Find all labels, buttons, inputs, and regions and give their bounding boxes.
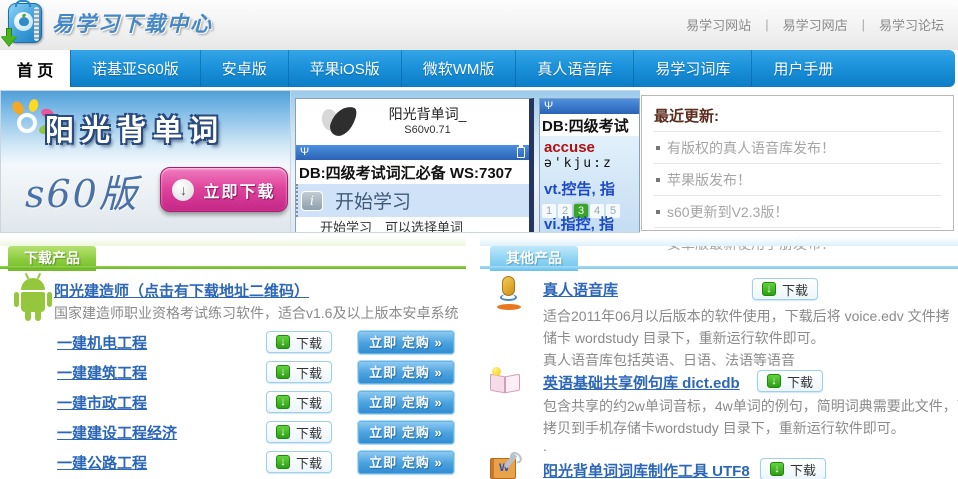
battery-icon	[517, 147, 525, 158]
nav-tab-dict-lib[interactable]: 易学习词库	[633, 50, 751, 87]
nav-tab-nokia-s60[interactable]: 诺基亚S60版	[70, 50, 200, 87]
phone-screenshot-main: 阳光背单词_ S60v0.71 Ψ DB:四级考试词汇必备 WS:7307 i …	[295, 98, 534, 233]
apple-icon	[19, 17, 29, 26]
download-button[interactable]: ↓下载	[266, 451, 332, 473]
product-desc-line: 拷贝到手机存储卡wordstudy 目录下，重新运行软件即可。	[543, 418, 905, 438]
dict-word: accuse	[544, 139, 635, 156]
main-nav: 首 页 诺基亚S60版 安卓版 苹果iOS版 微软WM版 真人语音库 易学习词库…	[0, 50, 955, 87]
bulb-icon	[492, 367, 501, 376]
antenna-icon: Ψ	[300, 147, 309, 158]
download-button[interactable]: ↓下载	[266, 391, 332, 413]
product-link-builder[interactable]: 阳光建造师（点击有下载地址二维码）	[54, 280, 309, 301]
top-link-forum[interactable]: 易学习论坛	[879, 15, 944, 34]
top-header: 易学习下载中心 易学习网站 | 易学习网店 | 易学习论坛	[0, 0, 958, 50]
product-link-jingji[interactable]: 一建建设工程经济	[57, 422, 177, 443]
screenshot-collage: 阳光背单词_ S60v0.71 Ψ DB:四级考试词汇必备 WS:7307 i …	[291, 90, 640, 233]
download-icon: ↓	[767, 374, 781, 388]
antenna-icon: Ψ	[544, 101, 553, 112]
product-link-dict-tool[interactable]: 阳光背单词词库制作工具 UTF8	[543, 460, 750, 479]
top-link-shop[interactable]: 易学习网店	[783, 15, 848, 34]
order-button[interactable]: 立即 定购 »	[357, 390, 455, 415]
microphone-icon	[494, 276, 524, 310]
download-button[interactable]: ↓下载	[266, 331, 332, 353]
dict-meaning-vi: vi.指控, 指	[544, 213, 614, 233]
site-logo[interactable]: 易学习下载中心	[8, 3, 213, 43]
phone-screenshot-dict: Ψ DB:四级考试 accuse ə'kju:z vt.控告, 指 1 2 3 …	[539, 98, 640, 233]
download-button[interactable]: ↓下载	[757, 370, 823, 392]
download-button[interactable]: ↓下载	[760, 458, 826, 479]
order-button[interactable]: 立即 定购 »	[357, 450, 455, 475]
download-icon: ↓	[276, 335, 290, 349]
download-button[interactable]: ↓下载	[266, 361, 332, 383]
update-item[interactable]: 苹果版发布！	[654, 163, 941, 195]
nav-tab-home[interactable]: 首 页	[0, 50, 70, 87]
product-link-jianzhu[interactable]: 一建建筑工程	[57, 362, 147, 383]
updates-title: 最近更新:	[654, 103, 941, 131]
chevron-right-icon: »	[435, 365, 443, 380]
nav-tab-ios[interactable]: 苹果iOS版	[288, 50, 401, 87]
product-link-gonglu[interactable]: 一建公路工程	[57, 452, 147, 473]
dict-phonetic: ə'kju:z	[544, 156, 635, 171]
download-icon: ↓	[276, 365, 290, 379]
promo-banner[interactable]: 阳光背单词 s60版 ↓ 立即下载	[0, 90, 291, 233]
product-desc: 国家建造师职业资格考试练习软件，适合v1.6及以上版本安卓系统	[54, 303, 458, 323]
bullet-icon	[656, 210, 660, 214]
nav-tab-wm[interactable]: 微软WM版	[401, 50, 516, 87]
order-button[interactable]: 立即 定购 »	[357, 330, 455, 355]
logo-text: 易学习下载中心	[52, 8, 213, 38]
product-link-sentence-lib[interactable]: 英语基础共享例句库 dict.edb	[543, 372, 740, 393]
download-button[interactable]: ↓下载	[266, 421, 332, 443]
info-icon: i	[301, 191, 323, 211]
download-icon: ↓	[762, 282, 776, 296]
chevron-right-icon: »	[435, 335, 443, 350]
product-desc-line: 真人语音库包括英语、日语、法语等语音	[543, 350, 795, 370]
db-status-line: DB:四级考试词汇必备 WS:7307	[296, 160, 529, 184]
product-link-shizheng[interactable]: 一建市政工程	[57, 392, 147, 413]
nav-tab-android[interactable]: 安卓版	[200, 50, 288, 87]
order-button[interactable]: 立即 定购 »	[357, 420, 455, 445]
product-desc-line: .	[543, 438, 547, 454]
download-icon: ↓	[276, 455, 290, 469]
order-button[interactable]: 立即 定购 »	[357, 360, 455, 385]
dict-tool-icon: W	[490, 455, 522, 479]
nav-tab-voice-lib[interactable]: 真人语音库	[515, 50, 633, 87]
menu-item-selected: i 开始学习	[296, 184, 529, 217]
phone-statusbar: Ψ	[296, 145, 529, 160]
download-arrow-icon	[1, 28, 17, 48]
product-desc-line: 储卡 wordstudy 目录下，重新运行软件即可。	[543, 328, 825, 348]
recent-updates-panel: 最近更新: 有版权的真人语音库发布！ 苹果版发布！ s60更新到V2.3版！ 安…	[641, 95, 954, 231]
app-logo-icon	[322, 105, 356, 139]
product-desc-line: 适合2011年06月以后版本的软件使用，下载后将 voice.edv 文件拷	[543, 306, 950, 326]
download-icon: ↓	[770, 462, 784, 476]
backpack-logo-icon	[8, 3, 42, 43]
link-separator: |	[862, 17, 865, 32]
menu-item-subtext: 开始学习 可以选择单词	[296, 217, 529, 233]
product-link-voice-lib[interactable]: 真人语音库	[543, 279, 618, 300]
product-link-jidian[interactable]: 一建机电工程	[57, 332, 147, 353]
banner-subtitle: s60版	[25, 163, 139, 218]
chevron-right-icon: »	[435, 395, 443, 410]
product-desc-line: 包含共享的约2w单词音标，4w单词的例句，简明词典需要此文件，下	[543, 396, 958, 416]
android-icon	[13, 276, 53, 324]
db-status-line: DB:四级考试	[540, 114, 639, 136]
page: 易学习下载中心 易学习网站 | 易学习网店 | 易学习论坛 首 页 诺基亚S60…	[0, 0, 958, 479]
link-separator: |	[765, 17, 768, 32]
bullet-icon	[656, 178, 660, 182]
dict-meaning-vt: vt.控告, 指	[544, 178, 635, 199]
top-link-website[interactable]: 易学习网站	[686, 15, 751, 34]
update-item[interactable]: s60更新到V2.3版！	[654, 195, 941, 227]
chevron-right-icon: »	[435, 425, 443, 440]
bullet-icon	[656, 146, 660, 150]
top-links: 易学习网站 | 易学习网店 | 易学习论坛	[686, 15, 944, 34]
nav-tab-manual[interactable]: 用户手册	[751, 50, 854, 87]
banner-download-button[interactable]: ↓ 立即下载	[160, 167, 288, 212]
download-circle-arrow-icon: ↓	[172, 179, 194, 201]
chevron-right-icon: »	[435, 455, 443, 470]
download-icon: ↓	[276, 395, 290, 409]
book-icon	[488, 369, 522, 397]
download-icon: ↓	[276, 425, 290, 439]
banner-title: 阳光背单词	[45, 107, 225, 149]
update-item[interactable]: 有版权的真人语音库发布！	[654, 131, 941, 163]
download-button[interactable]: ↓下载	[752, 278, 818, 300]
